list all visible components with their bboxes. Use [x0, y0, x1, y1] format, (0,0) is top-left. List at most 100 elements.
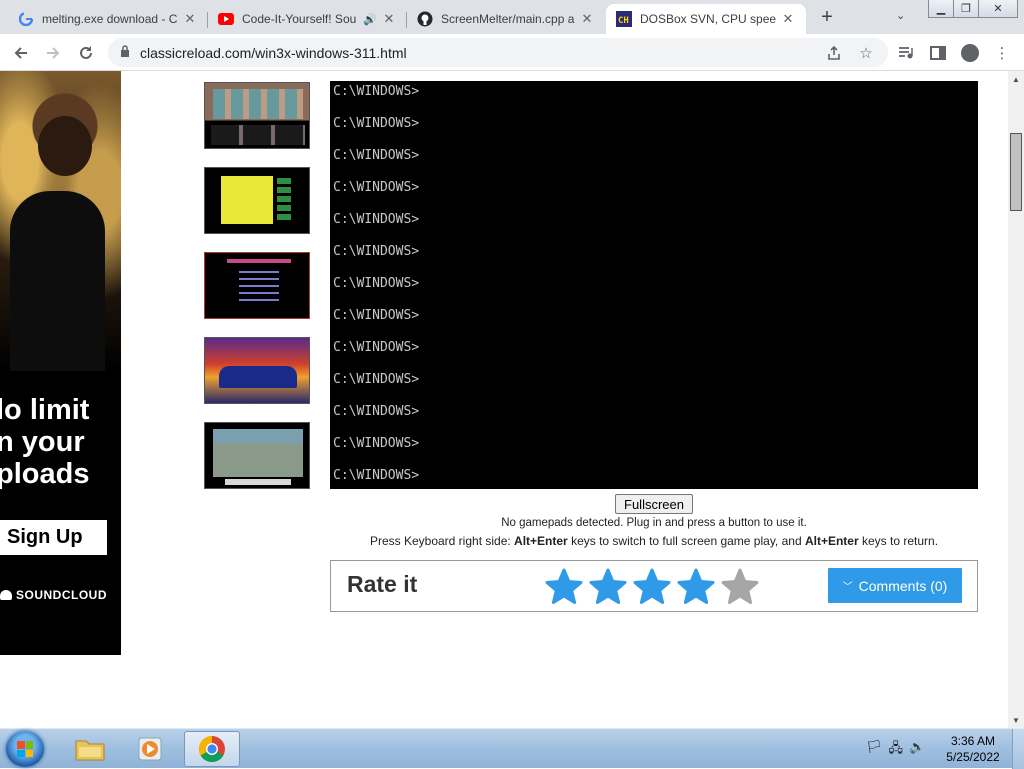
reload-button[interactable]	[73, 40, 99, 66]
dos-prompt-line: C:\WINDOWS>	[333, 84, 420, 99]
reload-icon	[80, 46, 92, 59]
ad-photo	[0, 71, 121, 371]
key-combo: Alt+Enter	[514, 534, 568, 548]
game-thumbnail[interactable]	[204, 337, 310, 404]
folder-icon	[75, 740, 105, 761]
account-icon	[961, 44, 979, 62]
url-text: classicreload.com/win3x-windows-311.html	[140, 44, 407, 61]
taskbar: 🏳 🖧 🔈 3:36 AM 5/25/2022	[0, 728, 1024, 769]
clock-date: 5/25/2022	[946, 750, 1000, 764]
game-thumbnail[interactable]	[204, 167, 310, 234]
close-icon[interactable]: ✕	[182, 11, 198, 27]
media-queue-icon[interactable]	[893, 40, 919, 66]
dos-prompt-line: C:\WINDOWS>	[333, 276, 420, 291]
close-icon[interactable]: ✕	[780, 11, 796, 27]
chevron-down-icon: ﹀	[842, 582, 853, 593]
lock-icon	[120, 45, 130, 60]
tab-screenmelter-github[interactable]: ScreenMelter/main.cpp a ✕	[407, 4, 605, 34]
tab-melting-download[interactable]: melting.exe download - C ✕	[8, 4, 208, 34]
soundcloud-icon	[0, 590, 12, 600]
ad-brand-label: SOUNDCLOUD	[16, 588, 107, 602]
star-1-icon[interactable]	[542, 566, 586, 608]
scroll-down-arrow-icon[interactable]: ▼	[1008, 712, 1024, 728]
share-icon[interactable]	[822, 38, 846, 67]
game-thumbnail[interactable]	[204, 422, 310, 489]
youtube-icon	[218, 11, 234, 27]
dos-prompt-line: C:\WINDOWS>	[333, 116, 420, 131]
system-clock[interactable]: 3:36 AM 5/25/2022	[940, 733, 1006, 765]
comments-button[interactable]: ﹀ Comments (0)	[828, 568, 962, 603]
comments-label: Comments (0)	[858, 577, 948, 594]
action-center-flag-icon[interactable]: 🏳	[866, 739, 883, 761]
start-button[interactable]	[6, 731, 44, 767]
rate-label: Rate it	[347, 571, 418, 597]
show-desktop-button[interactable]	[1012, 729, 1024, 769]
game-thumbnail[interactable]	[204, 252, 310, 319]
dosbox-icon: CH	[616, 11, 632, 27]
star-2-icon[interactable]	[586, 566, 630, 608]
tab-title: ScreenMelter/main.cpp a	[441, 12, 575, 26]
maximize-button[interactable]: ❐	[953, 0, 979, 18]
game-thumbnail[interactable]	[204, 82, 310, 149]
back-button[interactable]	[8, 40, 34, 66]
soundcloud-ad[interactable]: lo limit n your ploads Sign Up SOUNDCLOU…	[0, 71, 121, 655]
forward-arrow-icon	[47, 47, 60, 59]
svg-text:CH: CH	[618, 16, 629, 26]
taskbar-media-player[interactable]	[122, 731, 178, 767]
ad-brand: SOUNDCLOUD	[0, 588, 107, 602]
page-content: lo limit n your ploads Sign Up SOUNDCLOU…	[0, 71, 1008, 728]
dos-prompt-line: C:\WINDOWS>	[333, 180, 420, 195]
gamepad-message: No gamepads detected. Plug in and press …	[501, 517, 807, 529]
bookmark-star-icon[interactable]: ☆	[854, 38, 878, 67]
page-scrollbar[interactable]: ▲ ▼	[1008, 71, 1024, 728]
tab-code-it-yourself[interactable]: Code-It-Yourself! Sou 🔊 ✕	[208, 4, 407, 34]
tab-title: DOSBox SVN, CPU speed:	[640, 12, 776, 26]
dos-prompt-line: C:\WINDOWS>	[333, 148, 420, 163]
tab-title: Code-It-Yourself! Sou	[242, 12, 357, 26]
fullscreen-button[interactable]: Fullscreen	[615, 494, 693, 514]
ad-headline: lo limit n your ploads	[0, 394, 90, 490]
dosbox-screen[interactable]: C:\WINDOWS> C:\WINDOWS> C:\WINDOWS> C:\WIND…	[330, 81, 978, 489]
close-icon[interactable]: ✕	[579, 11, 595, 27]
ad-signup-button[interactable]: Sign Up	[0, 520, 107, 555]
dos-prompt-line: C:\WINDOWS>	[333, 308, 420, 323]
scrollbar-thumb[interactable]	[1010, 133, 1022, 211]
scroll-up-arrow-icon[interactable]: ▲	[1008, 71, 1024, 87]
menu-kebab-icon[interactable]: ⋮	[989, 40, 1015, 66]
rating-panel: Rate it ﹀ Comments (0)	[330, 560, 978, 612]
clock-time: 3:36 AM	[950, 734, 996, 748]
tab-search-chevron-icon[interactable]: ⌄	[896, 9, 905, 22]
media-player-icon	[138, 737, 162, 761]
star-5-icon[interactable]	[718, 566, 762, 608]
key-combo: Alt+Enter	[804, 534, 859, 548]
side-panel-icon[interactable]	[925, 40, 951, 66]
dos-prompt-line: C:\WINDOWS>	[333, 244, 420, 259]
window-close-button[interactable]: ✕	[978, 0, 1018, 18]
new-tab-button[interactable]: +	[816, 6, 838, 28]
profile-avatar[interactable]	[957, 40, 983, 66]
network-icon[interactable]: 🖧	[889, 739, 904, 761]
minimize-button[interactable]: ▁	[928, 0, 954, 18]
chrome-icon	[198, 735, 225, 763]
dos-prompt-line: C:\WINDOWS>	[333, 404, 420, 419]
tab-dosbox[interactable]: CH DOSBox SVN, CPU speed: ✕	[606, 4, 806, 34]
star-3-icon[interactable]	[630, 566, 674, 608]
back-arrow-icon	[14, 47, 27, 59]
windows-logo-icon	[17, 741, 33, 757]
close-icon[interactable]: ✕	[381, 11, 397, 27]
tab-strip: melting.exe download - C ✕ Code-It-Yours…	[0, 0, 1024, 34]
speaker-icon[interactable]: 🔊	[363, 13, 377, 26]
system-tray: 🏳 🖧 🔈	[866, 739, 925, 761]
dos-prompt-line: C:\WINDOWS>	[333, 436, 420, 451]
taskbar-explorer[interactable]	[62, 731, 118, 767]
tab-title: melting.exe download - C	[42, 12, 178, 26]
star-4-icon[interactable]	[674, 566, 718, 608]
taskbar-chrome[interactable]	[184, 731, 240, 767]
dos-prompt-line: C:\WINDOWS>	[333, 372, 420, 387]
address-bar[interactable]: classicreload.com/win3x-windows-311.html	[108, 38, 888, 67]
forward-button[interactable]	[40, 40, 66, 66]
volume-icon[interactable]: 🔈	[909, 739, 925, 761]
google-icon	[18, 11, 34, 27]
browser-toolbar: classicreload.com/win3x-windows-311.html…	[0, 34, 1024, 71]
star-rating	[542, 566, 762, 608]
